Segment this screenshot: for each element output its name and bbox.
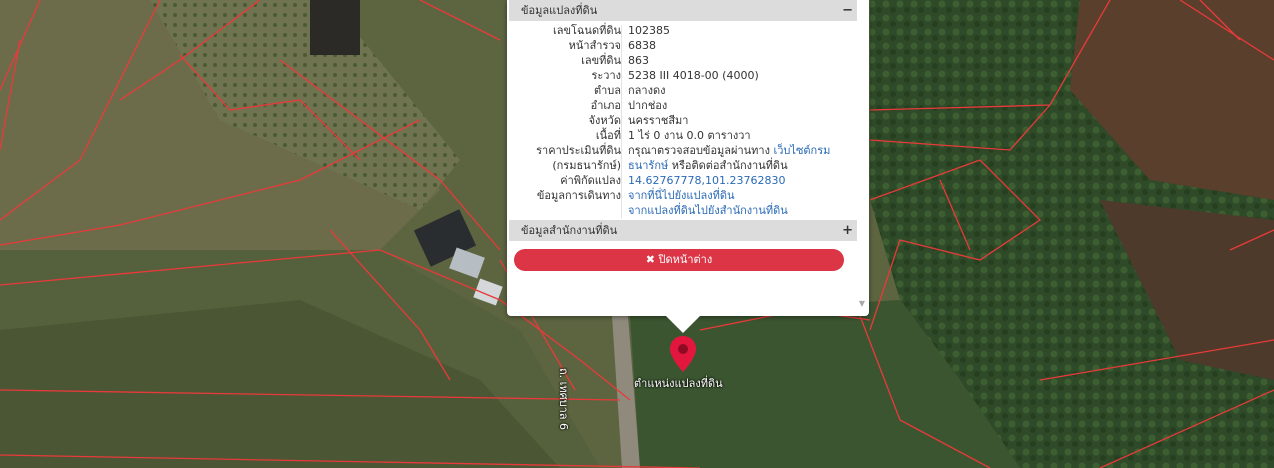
- row-travel: ข้อมูลการเดินทาง จากที่นี่ไปยังแปลงที่ดิน: [509, 188, 857, 203]
- scroll-down-icon[interactable]: ▼: [859, 299, 865, 308]
- label: (กรมธนารักษ์): [552, 159, 621, 172]
- value: 102385: [628, 24, 670, 37]
- label: จังหวัด: [588, 114, 621, 127]
- label: ตำบล: [593, 84, 621, 97]
- parcel-info-table: เลขโฉนดที่ดิน 102385 หน้าสำรวจ 6838 เลขที่…: [509, 23, 857, 218]
- label: ระวาง: [591, 69, 621, 82]
- popup-pointer: [665, 315, 701, 333]
- treasury-link-cont[interactable]: ธนารักษ์: [628, 159, 668, 172]
- land-info-popup: ข้อมูลแปลงที่ดิน − เลขโฉนดที่ดิน 102385 ห…: [507, 0, 869, 316]
- marker-label: ตำแหน่งแปลงที่ดิน: [634, 377, 723, 390]
- section-land-parcel-title: ข้อมูลแปลงที่ดิน: [521, 4, 598, 17]
- value: กรุณาตรวจสอบข้อมูลผ่านทาง เว็บไซต์กรม: [628, 143, 830, 158]
- row-coordinates: ค่าพิกัดแปลง 14.62767778,101.23762830: [509, 173, 857, 188]
- value: 6838: [628, 39, 656, 52]
- treasury-website-link[interactable]: เว็บไซต์กรม: [774, 144, 831, 157]
- close-window-button[interactable]: ✖ ปิดหน้าต่าง: [514, 249, 844, 271]
- row-appraised-price: ราคาประเมินที่ดิน กรุณาตรวจสอบข้อมูลผ่านท…: [509, 143, 857, 158]
- location-pin-icon[interactable]: [670, 336, 696, 376]
- coordinates-link[interactable]: 14.62767778,101.23762830: [628, 174, 785, 187]
- row-land-number: เลขที่ดิน 863: [509, 53, 857, 68]
- row-map-sheet: ระวาง 5238 III 4018-00 (4000): [509, 68, 857, 83]
- row-travel-2: จากแปลงที่ดินไปยังสำนักงานที่ดิน: [509, 203, 857, 218]
- collapse-toggle[interactable]: −: [842, 0, 853, 21]
- value: 1 ไร่ 0 งาน 0.0 ตารางวา: [628, 129, 751, 142]
- label: ค่าพิกัดแปลง: [560, 174, 621, 187]
- section-land-office-title: ข้อมูลสำนักงานที่ดิน: [521, 224, 618, 237]
- value: กลางดง: [628, 84, 666, 97]
- label: เลขที่ดิน: [581, 54, 621, 67]
- section-land-office-header[interactable]: ข้อมูลสำนักงานที่ดิน +: [509, 220, 857, 241]
- label: ข้อมูลการเดินทาง: [536, 189, 621, 202]
- value: 863: [628, 54, 649, 67]
- label: ราคาประเมินที่ดิน: [536, 144, 621, 157]
- row-subdistrict: ตำบล กลางดง: [509, 83, 857, 98]
- directions-to-office-link[interactable]: จากแปลงที่ดินไปยังสำนักงานที่ดิน: [628, 204, 788, 217]
- row-appraised-price-2: (กรมธนารักษ์) ธนารักษ์ หรือติดต่อสำนักงาน…: [509, 158, 857, 173]
- row-province: จังหวัด นครราชสีมา: [509, 113, 857, 128]
- label: เลขโฉนดที่ดิน: [553, 24, 621, 37]
- label: หน้าสำรวจ: [568, 39, 621, 52]
- value: นครราชสีมา: [628, 114, 689, 127]
- section-land-parcel-header[interactable]: ข้อมูลแปลงที่ดิน −: [509, 0, 857, 21]
- value: 5238 III 4018-00 (4000): [628, 69, 759, 82]
- expand-toggle[interactable]: +: [842, 220, 853, 241]
- label: เนื้อที่: [595, 129, 621, 142]
- label: อำเภอ: [590, 99, 621, 112]
- row-survey-page: หน้าสำรวจ 6838: [509, 38, 857, 53]
- row-area: เนื้อที่ 1 ไร่ 0 งาน 0.0 ตารางวา: [509, 128, 857, 143]
- directions-to-parcel-link[interactable]: จากที่นี่ไปยังแปลงที่ดิน: [628, 189, 734, 202]
- price-text: กรุณาตรวจสอบข้อมูลผ่านทาง: [628, 144, 770, 157]
- value: ธนารักษ์ หรือติดต่อสำนักงานที่ดิน: [628, 158, 788, 173]
- value: ปากช่อง: [628, 99, 668, 112]
- row-deed-number: เลขโฉนดที่ดิน 102385: [509, 23, 857, 38]
- price-text-2: หรือติดต่อสำนักงานที่ดิน: [671, 159, 788, 172]
- row-district: อำเภอ ปากช่อง: [509, 98, 857, 113]
- road-label: ถ. เทศบาล 6: [557, 368, 570, 431]
